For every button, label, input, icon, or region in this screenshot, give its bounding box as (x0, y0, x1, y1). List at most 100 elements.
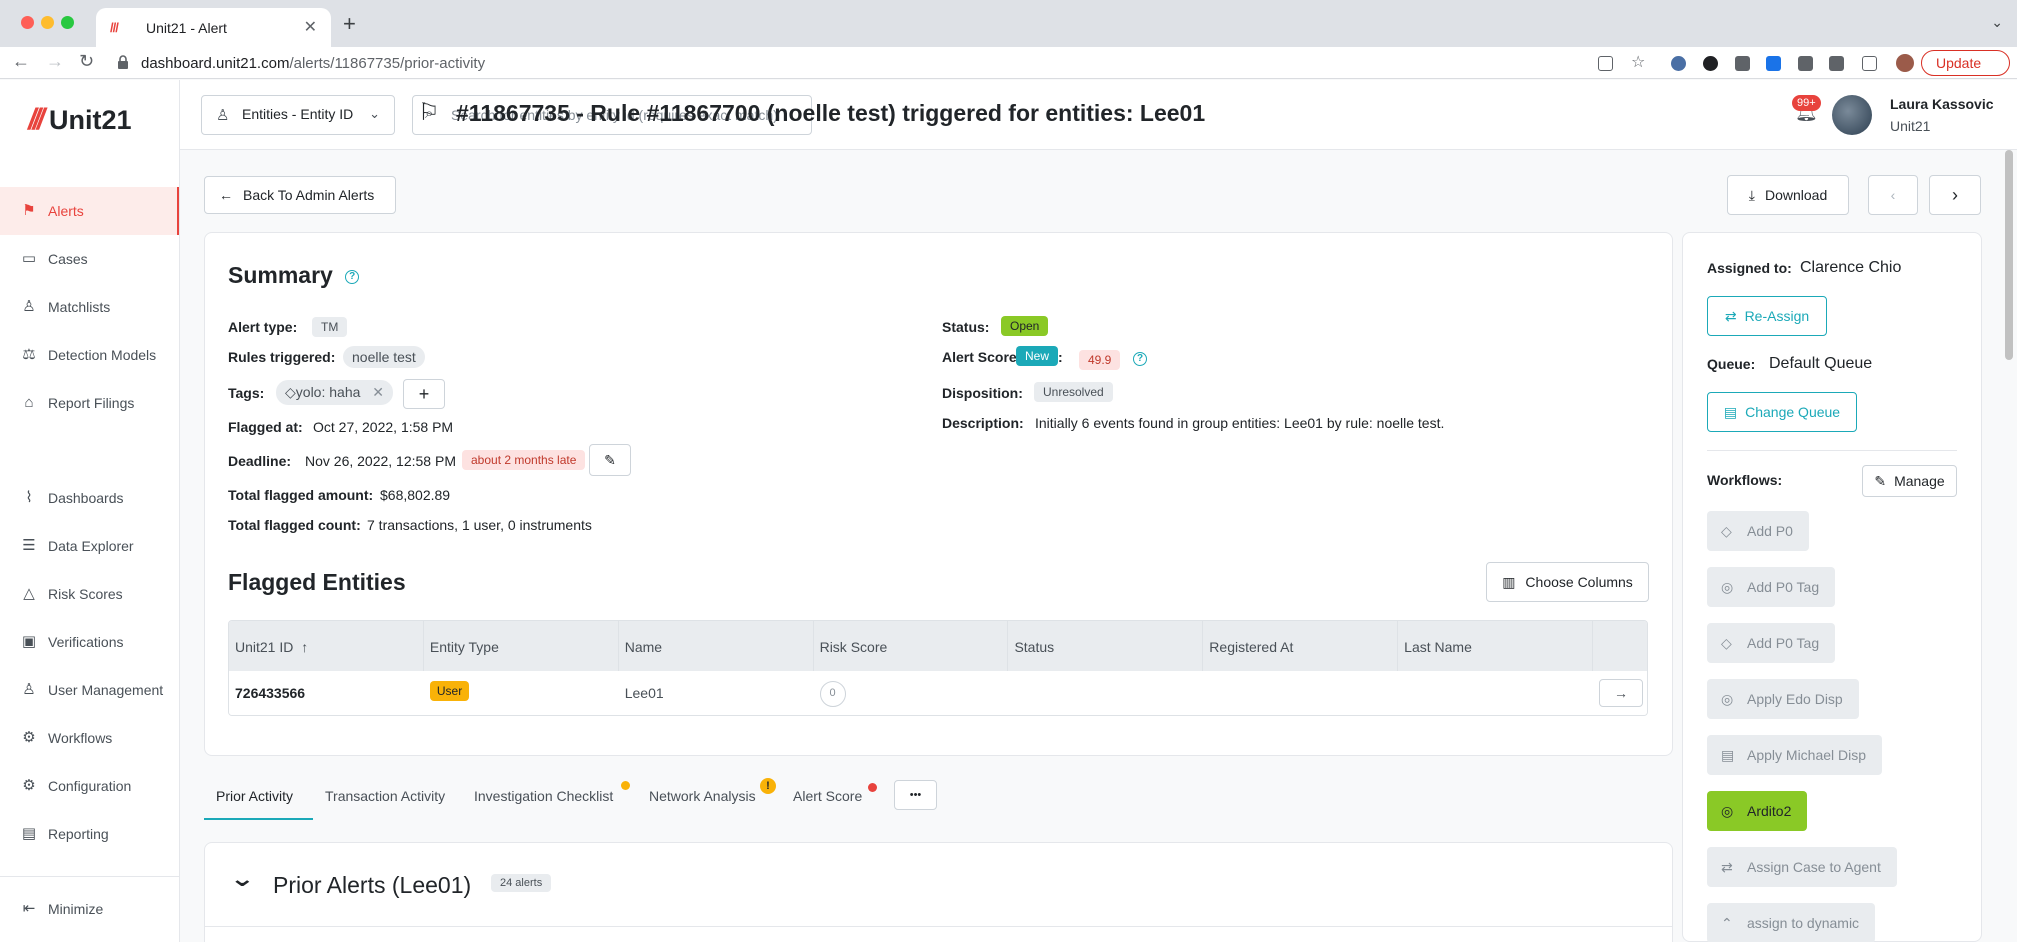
workflow-apply-edo-disp-button[interactable]: ◎ Apply Edo Disp (1707, 679, 1859, 719)
workflow-ardito2-button[interactable]: ◎ Ardito2 (1707, 791, 1808, 831)
extension-1-icon[interactable] (1671, 56, 1686, 71)
users-icon: ♙ (22, 681, 36, 698)
sidebar-item-data-explorer[interactable]: ☰ Data Explorer (0, 522, 179, 570)
workflow-assign-case-to-agent-button[interactable]: ⇄ Assign Case to Agent (1707, 847, 1897, 887)
column-header-name[interactable]: Name (619, 621, 814, 671)
tab-close-icon[interactable]: ✕ (304, 17, 317, 37)
next-alert-button[interactable]: › (1929, 175, 1981, 215)
tag-chip[interactable]: ◇yolo: haha ✕ (276, 380, 394, 405)
add-tag-button[interactable]: + (403, 379, 445, 409)
back-arrow-icon[interactable]: ← (12, 51, 30, 72)
tag-text: yolo: haha (295, 384, 361, 400)
reading-list-icon[interactable] (1829, 56, 1844, 71)
unit21-logo[interactable]: /// Unit21 (28, 100, 132, 140)
browser-tab[interactable]: /// Unit21 - Alert ✕ (96, 8, 331, 47)
columns-icon: ▥ (1502, 573, 1516, 590)
tab-prior-activity[interactable]: Prior Activity (216, 788, 293, 804)
sort-arrow-up-icon: ↑ (301, 639, 309, 655)
lock-icon (118, 55, 128, 69)
puzzle-icon[interactable] (1798, 56, 1813, 71)
help-icon[interactable]: ? (345, 270, 360, 284)
sidebar-label: Dashboards (48, 490, 124, 506)
user-name[interactable]: Laura Kassovic (1890, 96, 1994, 112)
minimize-window-button[interactable] (41, 16, 54, 29)
url-host: dashboard.unit21.com (141, 55, 290, 72)
tab-investigation-checklist[interactable]: Investigation Checklist (474, 788, 613, 804)
prior-alerts-title[interactable]: Prior Alerts (Lee01) (273, 872, 471, 899)
sidebar-item-alerts[interactable]: ⚑ Alerts (0, 187, 179, 235)
column-header-unit21-id[interactable]: Unit21 ID ↑ (229, 621, 424, 671)
column-header-last-name[interactable]: Last Name (1398, 621, 1594, 671)
forward-arrow-icon[interactable]: → (46, 51, 64, 72)
document-icon: ▤ (1721, 747, 1735, 763)
workflow-label: Apply Edo Disp (1747, 691, 1843, 707)
edit-icon: ✎ (604, 451, 616, 468)
extension-3-icon[interactable] (1735, 56, 1750, 71)
sidebar-item-risk-scores[interactable]: △ Risk Scores (0, 570, 179, 618)
workflow-assign-to-dynamic-button[interactable]: ⌃ assign to dynamic (1707, 903, 1876, 942)
sidebar-item-reporting[interactable]: ▤ Reporting (0, 810, 179, 858)
tab-network-analysis[interactable]: Network Analysis (649, 788, 756, 804)
close-window-button[interactable] (21, 16, 34, 29)
open-entity-button[interactable]: → (1599, 679, 1644, 707)
help-icon[interactable]: ? (1133, 352, 1147, 366)
sidebar-minimize[interactable]: ⇤ Minimize (0, 885, 179, 933)
extension-4-icon[interactable] (1766, 56, 1781, 71)
prior-alerts-count-badge: 24 alerts (491, 874, 552, 892)
sidebar-item-detection-models[interactable]: ⚖ Detection Models (0, 331, 179, 379)
more-tabs-button[interactable]: ••• (894, 780, 937, 810)
sidebar-item-verifications[interactable]: ▣ Verifications (0, 618, 179, 666)
settings-icon: ⚙ (22, 777, 36, 794)
re-assign-button[interactable]: ⇄ Re-Assign (1707, 296, 1827, 336)
workflow-add-p0-tag-2-button[interactable]: ◇ Add P0 Tag (1707, 623, 1836, 663)
share-icon[interactable] (1598, 56, 1613, 71)
extension-2-icon[interactable] (1703, 56, 1718, 71)
rules-triggered-value[interactable]: noelle test (343, 346, 425, 368)
check-circle-icon: ◎ (1721, 803, 1734, 819)
table-row[interactable]: 726433566 User Lee01 0 → (229, 671, 1647, 715)
download-button[interactable]: ⤓ Download (1727, 175, 1849, 215)
new-tab-icon[interactable]: + (343, 11, 356, 37)
workflow-add-p0-button[interactable]: ◇ Add P0 (1707, 511, 1809, 551)
column-header-risk-score[interactable]: Risk Score (814, 621, 1009, 671)
sidebar-label: Report Filings (48, 395, 135, 411)
tab-alert-score[interactable]: Alert Score (793, 788, 862, 804)
sidebar-item-report-filings[interactable]: ⌂ Report Filings (0, 379, 179, 427)
sidebar-item-configuration[interactable]: ⚙ Configuration (0, 762, 179, 810)
sidebar-item-user-management[interactable]: ♙ User Management (0, 666, 179, 714)
side-panel-icon[interactable] (1862, 56, 1877, 71)
alert-score-new-badge: New (1016, 346, 1059, 366)
manage-workflows-button[interactable]: ✎ Manage (1862, 465, 1957, 497)
choose-columns-button[interactable]: ▥ Choose Columns (1486, 562, 1649, 602)
maximize-window-button[interactable] (61, 16, 74, 29)
profile-avatar[interactable] (1896, 54, 1914, 72)
edit-deadline-button[interactable]: ✎ (589, 444, 631, 476)
tag-icon: ◇ (285, 384, 296, 400)
column-header-registered-at[interactable]: Registered At (1203, 621, 1399, 671)
remove-tag-icon[interactable]: ✕ (372, 384, 384, 400)
sidebar-label: Reporting (48, 826, 109, 842)
page-scrollbar[interactable] (2005, 150, 2013, 360)
sidebar-item-workflows[interactable]: ⚙ Workflows (0, 714, 179, 762)
browser-update-button[interactable]: Update ⋮ (1896, 50, 2017, 76)
scale-icon: ⚖ (22, 346, 36, 363)
entity-type-select[interactable]: ♙ Entities - Entity ID ⌄ (201, 95, 395, 135)
sidebar-item-dashboards[interactable]: ⌇ Dashboards (0, 474, 179, 522)
tab-transaction-activity[interactable]: Transaction Activity (325, 788, 445, 804)
change-queue-button[interactable]: ▤ Change Queue (1707, 392, 1857, 432)
avatar[interactable] (1832, 95, 1872, 135)
star-icon[interactable]: ☆ (1631, 52, 1646, 71)
back-to-admin-alerts-button[interactable]: ← Back To Admin Alerts (204, 176, 396, 214)
status-label: Status: (942, 319, 990, 335)
previous-alert-button[interactable]: ‹ (1868, 175, 1918, 215)
column-header-status[interactable]: Status (1008, 621, 1204, 671)
sidebar-item-cases[interactable]: ▭ Cases (0, 235, 179, 283)
column-header-entity-type[interactable]: Entity Type (424, 621, 619, 671)
workflow-add-p0-tag-button[interactable]: ◎ Add P0 Tag (1707, 567, 1836, 607)
tab-list-chevron-icon[interactable]: ⌄ (1991, 14, 2003, 31)
sidebar-item-matchlists[interactable]: ♙ Matchlists (0, 283, 179, 331)
address-bar[interactable]: dashboard.unit21.com/alerts/11867735/pri… (141, 55, 485, 72)
workflow-apply-michael-disp-button[interactable]: ▤ Apply Michael Disp (1707, 735, 1883, 775)
reload-icon[interactable]: ↻ (79, 51, 94, 72)
chevron-down-icon[interactable]: ⌄ (229, 866, 255, 892)
